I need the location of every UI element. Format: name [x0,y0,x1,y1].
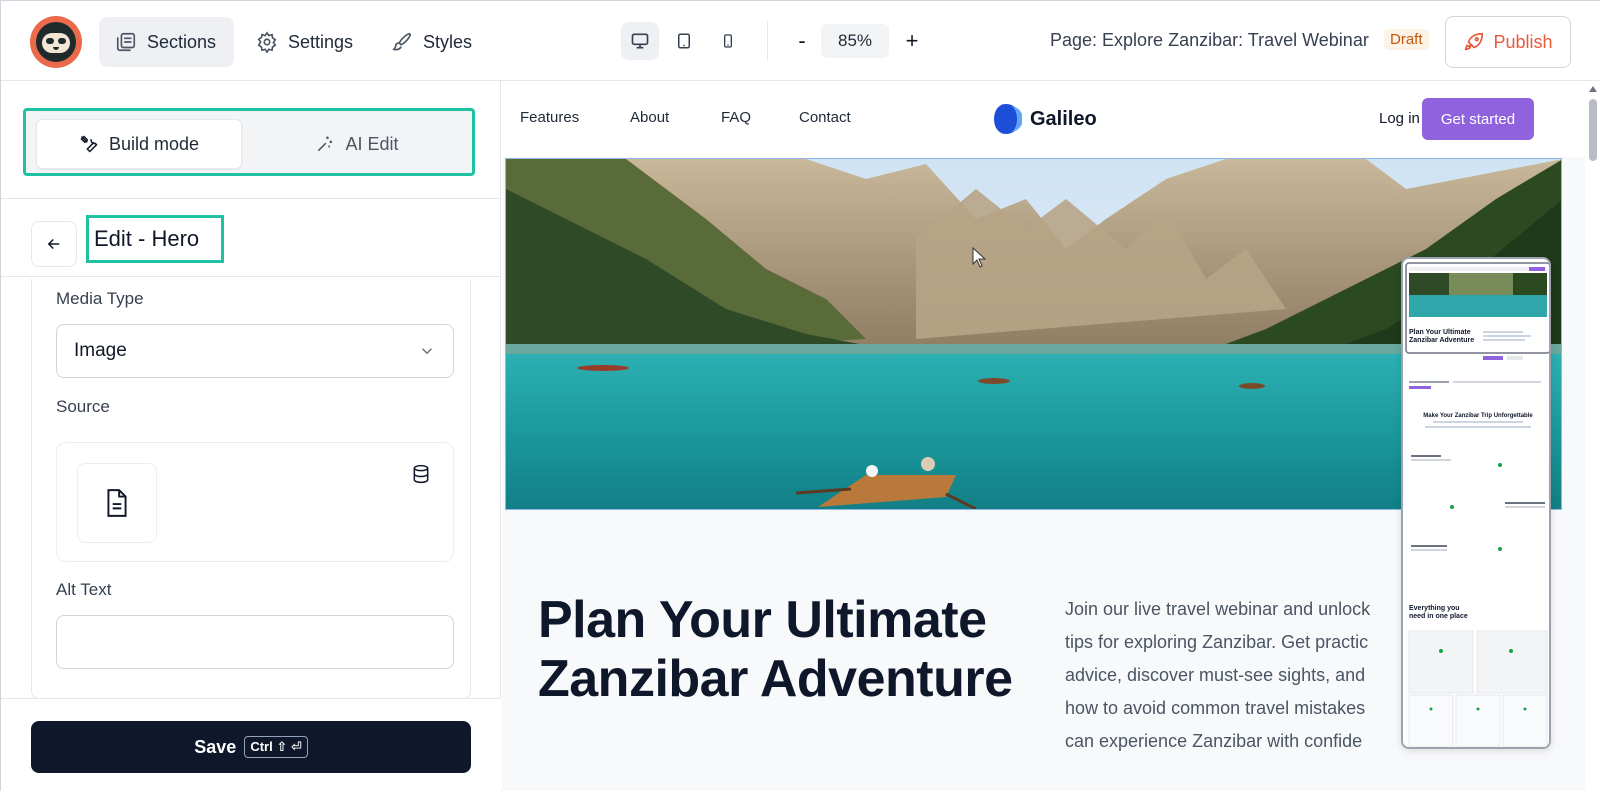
divider [1,198,501,199]
app-window: Sections Settings Styles - 85% + Page: E… [0,0,1600,791]
mouse-cursor-icon [972,247,987,268]
alt-text-label: Alt Text [56,580,112,599]
tablet-view-button[interactable] [665,22,703,60]
source-label: Source [56,397,110,416]
minimap-features-title: Everything you need in one place [1409,605,1468,620]
build-mode-label: Build mode [108,133,200,154]
alt-text-input[interactable] [56,615,454,669]
ai-edit-button[interactable]: AI Edit [246,119,468,169]
tab-styles-label: Styles [423,31,473,52]
file-thumbnail[interactable] [77,463,157,543]
tab-settings-label: Settings [288,31,354,52]
site-navbar: Features About FAQ Contact Galileo Log i… [502,81,1585,157]
hero-desc-line: Join our live travel webinar and unlock [1065,599,1371,619]
device-toggle [621,22,747,60]
hero-title-line-1: Plan Your Ultimate [538,591,987,649]
arrow-left-icon [47,238,60,250]
top-toolbar: Sections Settings Styles - 85% + Page: E… [1,1,1600,81]
page-preview[interactable]: Features About FAQ Contact Galileo Log i… [502,81,1585,791]
desktop-view-button[interactable] [621,22,659,60]
hero-title: Plan Your Ultimate Zanzibar Adventure [538,591,1013,709]
scroll-up-icon[interactable] [1588,85,1598,93]
media-type-label: Media Type [56,289,144,308]
page-title: Page: Explore Zanzibar: Travel Webinar [1050,30,1369,50]
publish-button[interactable]: Publish [1445,16,1571,68]
hero-title-line-2: Zanzibar Adventure [538,650,1013,708]
tab-styles[interactable]: Styles [375,17,488,67]
status-badge: Draft [1384,29,1429,50]
zoom-in-button[interactable]: + [897,23,927,59]
tablet-icon [678,33,690,49]
sloth-logo-icon[interactable] [30,16,82,68]
tab-sections[interactable]: Sections [99,17,234,67]
minimap-hero-title: Plan Your Ultimate Zanzibar Adventure [1409,329,1475,344]
save-shortcut: Ctrl ⇧ ⏎ [244,736,308,758]
panel-title: Edit - Hero [86,215,224,263]
mobile-view-button[interactable] [709,22,747,60]
preview-scrollbar[interactable] [1585,81,1600,791]
brand-name: Galileo [1030,107,1097,130]
mobile-icon [724,34,732,48]
ai-edit-label: AI Edit [345,133,399,154]
file-icon [107,489,127,517]
source-dropzone[interactable] [56,442,454,562]
nav-link-about[interactable]: About [630,109,669,126]
divider [1,276,501,277]
nav-link-features[interactable]: Features [520,109,579,126]
sparkle-wand-icon [318,136,333,152]
tab-settings[interactable]: Settings [240,17,369,67]
hero-desc-line: tips for exploring Zanzibar. Get practic [1065,632,1369,652]
tab-sections-label: Sections [147,31,217,52]
toolbar-divider [767,21,768,61]
back-button[interactable] [31,221,77,267]
save-label: Save [194,736,237,757]
media-type-select[interactable]: Image [56,324,454,378]
galileo-logo-icon [990,104,1022,134]
save-button[interactable]: Save Ctrl ⇧ ⏎ [31,721,471,773]
database-icon[interactable] [411,463,431,485]
mode-switcher: Build mode AI Edit [23,108,475,176]
site-brand[interactable]: Galileo [990,103,1097,135]
publish-label: Publish [1493,31,1553,52]
scrollbar-thumb[interactable] [1589,99,1597,161]
rocket-icon [1465,32,1484,51]
desktop-icon [631,33,649,49]
hero-desc-line: can experience Zanzibar with confide [1065,731,1363,751]
build-mode-button[interactable]: Build mode [36,119,242,169]
media-type-value: Image [74,340,127,361]
brush-icon [392,32,412,51]
sections-icon [116,32,136,52]
chevron-down-icon [421,348,433,355]
nav-link-faq[interactable]: FAQ [721,109,751,126]
page-minimap[interactable]: Plan Your Ultimate Zanzibar Adventure Ma… [1401,257,1551,749]
gear-icon [257,31,277,53]
zoom-out-button[interactable]: - [787,23,817,59]
minimap-section-title: Make Your Zanzibar Trip Unforgettable [1423,413,1533,419]
tools-icon [80,135,98,153]
hero-desc-line: how to avoid common travel mistakes [1065,698,1366,718]
login-link[interactable]: Log in [1379,110,1420,127]
nav-link-contact[interactable]: Contact [799,109,851,126]
hero-description: Join our live travel webinar and unlock … [1065,593,1425,758]
get-started-button[interactable]: Get started [1422,98,1534,140]
hero-desc-line: advice, discover must-see sights, and [1065,665,1366,685]
zoom-level: 85% [821,24,889,58]
